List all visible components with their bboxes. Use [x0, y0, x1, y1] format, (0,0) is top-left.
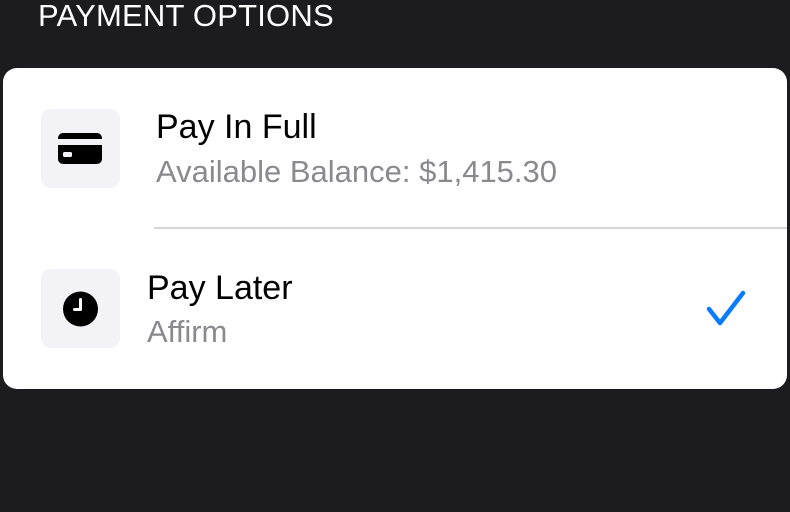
icon-tile — [41, 269, 120, 348]
option-pay-in-full[interactable]: Pay In Full Available Balance: $1,415.30 — [3, 68, 787, 228]
option-pay-later[interactable]: Pay Later Affirm — [3, 228, 787, 388]
credit-card-icon — [58, 133, 102, 164]
option-subtitle: Available Balance: $1,415.30 — [156, 154, 558, 189]
payment-options-card: Pay In Full Available Balance: $1,415.30… — [3, 68, 787, 389]
clock-icon — [63, 291, 98, 327]
option-subtitle: Affirm — [147, 314, 228, 349]
checkmark-icon — [706, 290, 746, 326]
option-title: Pay Later — [147, 269, 293, 307]
option-title: Pay In Full — [156, 108, 317, 146]
icon-tile — [41, 109, 120, 188]
section-header-payment-options: PAYMENT OPTIONS — [38, 0, 334, 33]
